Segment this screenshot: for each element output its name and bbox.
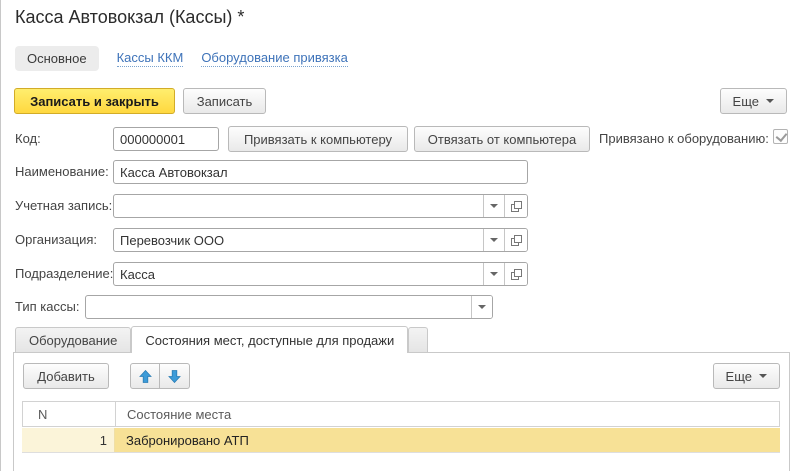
- cash-type-label: Тип кассы:: [15, 299, 79, 314]
- move-buttons: [130, 363, 190, 389]
- nav-tabs: Основное Кассы ККМ Оборудование привязка: [15, 44, 348, 72]
- seat-states-panel: Добавить Еще N Состояние места 1 Заброн: [13, 352, 790, 471]
- chevron-down-icon: [478, 305, 486, 309]
- name-input[interactable]: [113, 160, 528, 184]
- table-header-row: N Состояние места: [22, 401, 780, 427]
- more-button-table-label: Еще: [726, 369, 752, 384]
- department-label: Подразделение:: [15, 266, 113, 281]
- account-combo: [113, 194, 528, 218]
- more-button-top-label: Еще: [733, 94, 759, 109]
- chevron-down-icon: [759, 374, 767, 378]
- code-label: Код:: [15, 131, 41, 146]
- organization-combo: [113, 228, 528, 252]
- cell-seat-state: Забронировано АТП: [114, 428, 780, 452]
- open-in-window-icon: [511, 269, 522, 280]
- organization-open-button[interactable]: [504, 229, 527, 251]
- save-and-close-button[interactable]: Записать и закрыть: [14, 88, 175, 114]
- department-open-button[interactable]: [504, 263, 527, 285]
- organization-dropdown-button[interactable]: [483, 229, 504, 251]
- chevron-down-icon: [490, 238, 498, 242]
- window: Касса Автовокзал (Кассы) * Основное Касс…: [0, 0, 792, 471]
- name-label: Наименование:: [15, 164, 109, 179]
- chevron-down-icon: [490, 272, 498, 276]
- arrow-up-icon: [139, 370, 152, 383]
- tab-oborudovanie-label: Оборудование: [29, 333, 117, 348]
- tab-kassy-kkm[interactable]: Кассы ККМ: [117, 50, 184, 67]
- seat-states-table: N Состояние места 1 Забронировано АТП: [22, 401, 780, 453]
- column-header-state: Состояние места: [115, 402, 779, 426]
- add-row-button[interactable]: Добавить: [23, 363, 109, 389]
- tab-seat-states-label: Состояния мест, доступные для продажи: [145, 333, 394, 348]
- lower-tabbar: Оборудование Состояния мест, доступные д…: [15, 326, 428, 353]
- tab-oborudovanie[interactable]: Оборудование: [15, 327, 131, 352]
- open-in-window-icon: [511, 235, 522, 246]
- bound-to-equipment-label: Привязано к оборудованию:: [599, 131, 769, 146]
- move-down-button[interactable]: [160, 363, 190, 389]
- department-input[interactable]: [114, 263, 483, 285]
- page-title: Касса Автовокзал (Кассы) *: [15, 7, 244, 28]
- department-dropdown-button[interactable]: [483, 263, 504, 285]
- account-label: Учетная запись:: [15, 198, 112, 213]
- move-up-button[interactable]: [130, 363, 160, 389]
- bound-to-equipment-checkbox[interactable]: [773, 129, 788, 144]
- account-input[interactable]: [114, 195, 483, 217]
- bind-to-computer-button[interactable]: Привязать к компьютеру: [228, 126, 408, 152]
- cash-type-combo: [85, 295, 493, 319]
- code-input[interactable]: [113, 127, 219, 151]
- tab-osnovnoe[interactable]: Основное: [15, 46, 99, 71]
- chevron-down-icon: [766, 99, 774, 103]
- arrow-down-icon: [168, 370, 181, 383]
- save-button[interactable]: Записать: [183, 88, 266, 114]
- more-button-table[interactable]: Еще: [713, 363, 780, 389]
- account-dropdown-button[interactable]: [483, 195, 504, 217]
- unbind-from-computer-button[interactable]: Отвязать от компьютера: [414, 126, 590, 152]
- more-button-top[interactable]: Еще: [720, 88, 787, 114]
- organization-input[interactable]: [114, 229, 483, 251]
- open-in-window-icon: [511, 201, 522, 212]
- tab-seat-states[interactable]: Состояния мест, доступные для продажи: [131, 326, 408, 353]
- tab-stub: [408, 327, 428, 352]
- tab-oborudovanie-privyazka[interactable]: Оборудование привязка: [201, 50, 348, 67]
- account-open-button[interactable]: [504, 195, 527, 217]
- cell-row-number: 1: [22, 428, 114, 452]
- table-row[interactable]: 1 Забронировано АТП: [22, 428, 780, 453]
- department-combo: [113, 262, 528, 286]
- chevron-down-icon: [490, 204, 498, 208]
- column-header-n: N: [23, 407, 115, 422]
- cash-type-dropdown-button[interactable]: [471, 296, 492, 318]
- organization-label: Организация:: [15, 232, 97, 247]
- cash-type-input[interactable]: [86, 296, 471, 318]
